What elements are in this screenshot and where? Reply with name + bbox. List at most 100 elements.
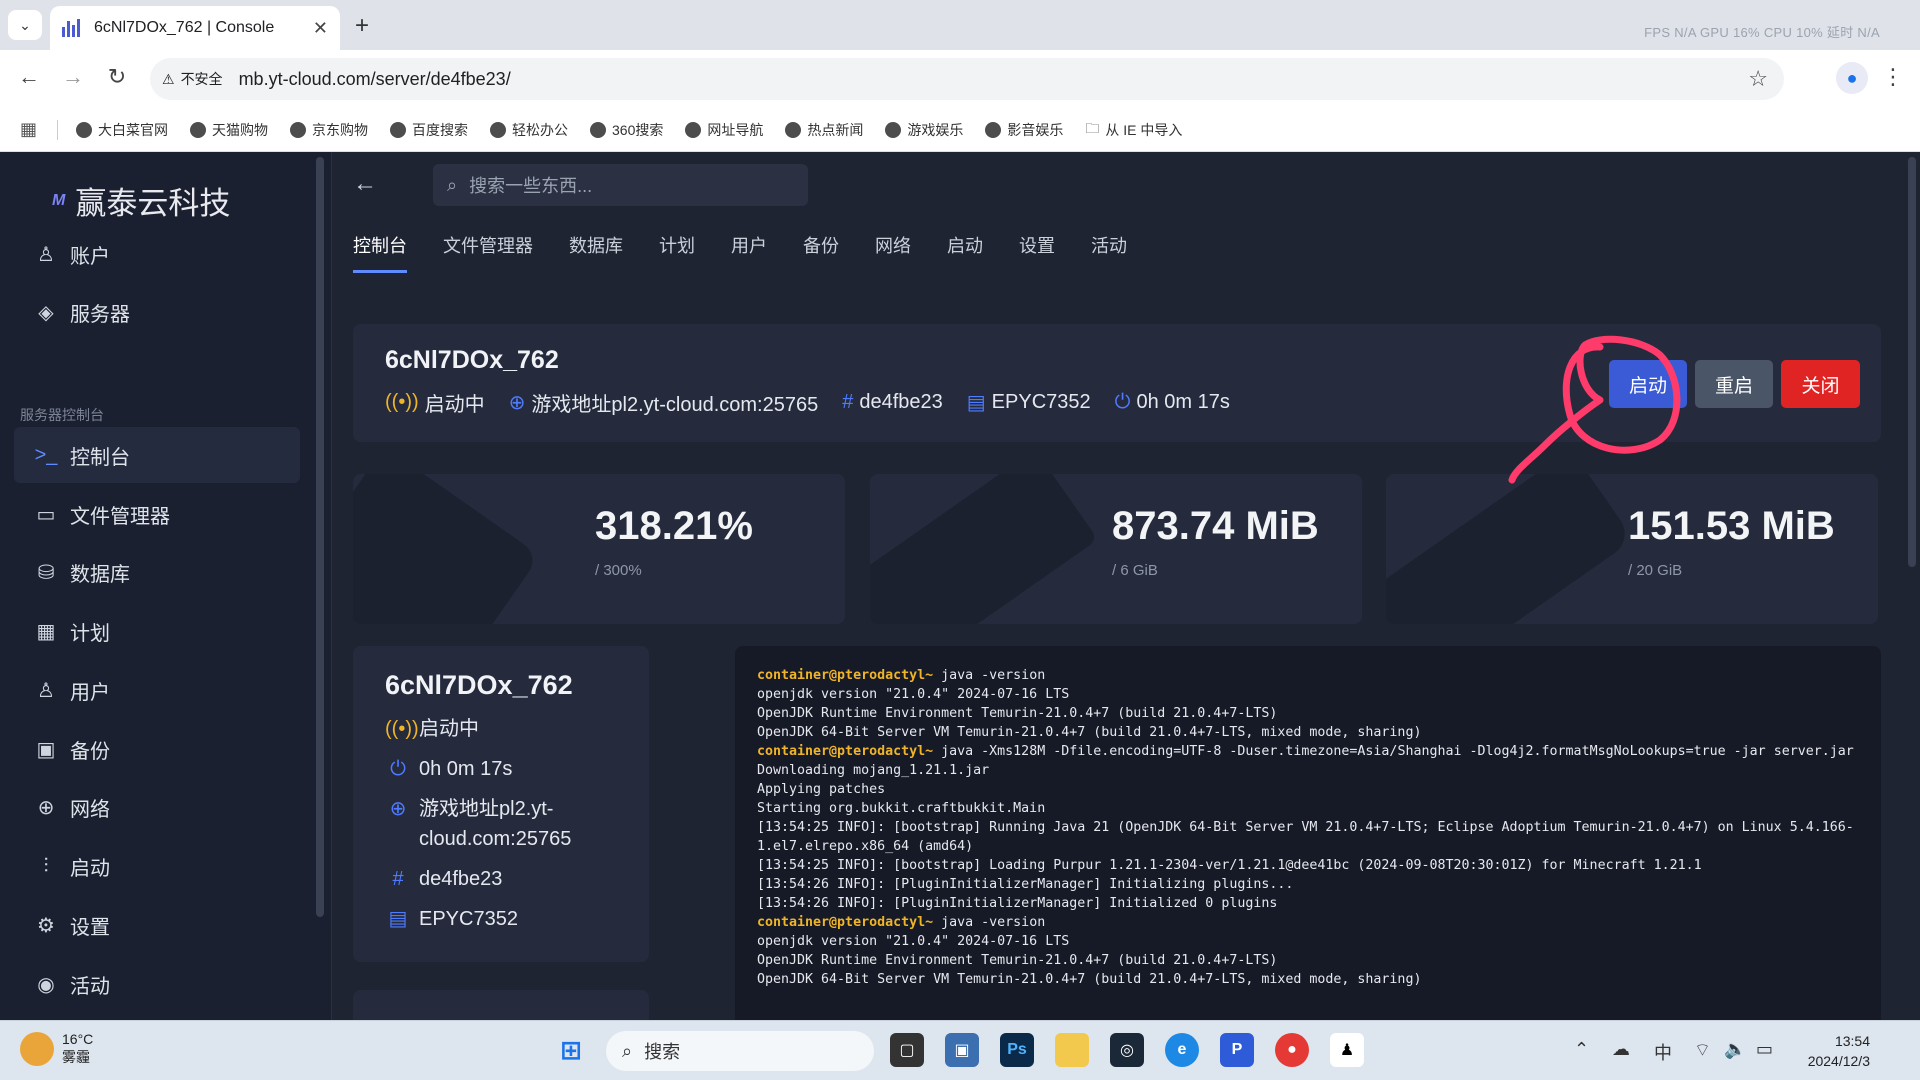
database-icon: ⛁ (37, 561, 55, 584)
bookmark-item[interactable]: 网址导航 (685, 120, 763, 140)
bookmark-folder[interactable]: 🗀 从 IE 中导入 (1085, 118, 1182, 142)
sidebar-item-console[interactable]: >_ 控制台 (14, 427, 300, 483)
task-view-icon[interactable]: ▢ (890, 1033, 924, 1067)
start-button[interactable]: 启动 (1609, 360, 1687, 408)
vpn-shield-icon[interactable]: P (1220, 1033, 1254, 1067)
console-line: [13:54:25 INFO]: [bootstrap] Running Jav… (757, 818, 1859, 856)
tab-startup[interactable]: 启动 (947, 232, 983, 273)
omnibox[interactable]: ⚠ 不安全 mb.yt-cloud.com/server/de4fbe23/ ☆ (150, 58, 1784, 100)
sidebar-item-databases[interactable]: ⛁ 数据库 (14, 544, 300, 600)
disk-value: 151.53 MiB (1628, 504, 1835, 548)
profile-avatar-icon[interactable]: ● (1836, 62, 1868, 94)
bookmark-item[interactable]: 大白菜官网 (76, 120, 168, 140)
bookmark-item[interactable]: 游戏娱乐 (885, 120, 963, 140)
haze-weather-icon (20, 1032, 54, 1066)
windows-start-icon[interactable]: ⊞ (554, 1033, 588, 1067)
console-prompt: container@pterodactyl~ (757, 744, 934, 759)
tab-backups[interactable]: 备份 (803, 232, 839, 273)
bookmark-item[interactable]: 轻松办公 (490, 120, 568, 140)
sidebar: M 赢泰云科技 ♙ 账户 ◈ 服务器 服务器控制台 >_ 控制台 ▭ 文件管理器 ⛁ 数据… (0, 152, 332, 1020)
volume-icon[interactable]: 🔈 (1724, 1039, 1746, 1060)
sidebar-item-users[interactable]: ♙ 用户 (14, 662, 300, 718)
memory-stat-card: 873.74 MiB / 6 GiB (870, 474, 1362, 624)
qq-penguin-icon[interactable]: ♟ (1330, 1033, 1364, 1067)
bookmark-item[interactable]: 百度搜索 (390, 120, 468, 140)
tab-settings[interactable]: 设置 (1019, 232, 1055, 273)
main-scrollbar[interactable] (1908, 157, 1916, 567)
sidebar-item-servers[interactable]: ◈ 服务器 (14, 284, 300, 340)
bookmark-star-icon[interactable]: ☆ (1748, 66, 1768, 92)
close-tab-icon[interactable]: ✕ (313, 18, 328, 39)
hash-icon: # (392, 868, 404, 890)
url-text: mb.yt-cloud.com/server/de4fbe23/ (238, 68, 511, 89)
tray-overflow-icon[interactable]: ⌃ (1574, 1039, 1589, 1060)
battery-icon[interactable]: ▭ (1756, 1039, 1773, 1060)
console-text: Downloading mojang_1.21.1.jar (757, 763, 990, 778)
restart-button[interactable]: 重启 (1695, 360, 1773, 408)
tab-search-button[interactable]: ⌄ (8, 10, 42, 40)
sidebar-item-network[interactable]: ⊕ 网络 (14, 779, 300, 835)
bookmark-item[interactable]: 热点新闻 (785, 120, 863, 140)
stop-button[interactable]: 关闭 (1781, 360, 1860, 408)
taskbar-search[interactable]: ⌕ 搜索 (606, 1031, 874, 1071)
bookmark-item[interactable]: 京东购物 (290, 120, 368, 140)
file-explorer-icon[interactable] (1055, 1033, 1089, 1067)
globe-icon (885, 121, 902, 138)
taskbar-clock[interactable]: 13:54 2024/12/3 (1808, 1031, 1870, 1071)
terminal-icon: >_ (34, 443, 58, 466)
sidebar-item-settings[interactable]: ⚙ 设置 (14, 897, 300, 953)
console-line: container@pterodactyl~ java -Xms128M -Df… (757, 742, 1859, 761)
sidebar-item-backups[interactable]: ▣ 备份 (14, 721, 300, 777)
brand-name: 赢泰云科技 (75, 186, 231, 221)
search-input[interactable]: ⌕ 搜索一些东西... (433, 164, 808, 206)
console-text: openjdk version "21.0.4" 2024-07-16 LTS (757, 687, 1070, 702)
reload-icon[interactable]: ↻ (102, 64, 132, 90)
back-arrow-icon[interactable]: ← (14, 64, 44, 90)
server-info-card: 6cNl7DOx_762 ((•)) 启动中 ⏻ 0h 0m 17s ⊕ 游戏地址pl… (353, 646, 649, 962)
tab-network[interactable]: 网络 (875, 232, 911, 273)
browser-menu-icon[interactable]: ⋮ (1882, 64, 1904, 90)
windows-taskbar: 16°C 雾霾 ⊞ ⌕ 搜索 ▢ ▣ Ps ◎ e P ● ♟ ⌃ ☁ 中 ⌔ 🔈… (0, 1020, 1920, 1080)
steam-icon[interactable]: ◎ (1110, 1033, 1144, 1067)
bookmark-item[interactable]: 360搜索 (590, 120, 663, 140)
remote-desktop-icon[interactable]: ▣ (945, 1033, 979, 1067)
sidebar-item-activity[interactable]: ◉ 活动 (14, 956, 300, 1012)
brand[interactable]: M 赢泰云科技 (52, 178, 230, 223)
wifi-icon[interactable]: ⌔ (1694, 1039, 1711, 1062)
cpu-limit: / 300% (595, 562, 642, 579)
sidebar-item-schedules[interactable]: ▦ 计划 (14, 603, 300, 659)
ime-indicator[interactable]: 中 (1654, 1039, 1672, 1065)
tab-users[interactable]: 用户 (731, 232, 767, 273)
new-tab-button[interactable]: + (355, 12, 369, 40)
chrome-icon[interactable]: ● (1275, 1033, 1309, 1067)
sidebar-section-label: 服务器控制台 (20, 407, 104, 423)
sidebar-item-startup[interactable]: ⫶ 启动 (14, 838, 300, 894)
tab-console[interactable]: 控制台 (353, 232, 407, 273)
apps-grid-icon[interactable]: ▦ (20, 119, 37, 140)
secondary-info-card (353, 990, 649, 1020)
forward-arrow-icon[interactable]: → (58, 64, 88, 90)
sidebar-item-account[interactable]: ♙ 账户 (14, 226, 300, 282)
edge-icon[interactable]: e (1165, 1033, 1199, 1067)
bookmark-item[interactable]: 影音娱乐 (985, 120, 1063, 140)
globe-icon (290, 121, 307, 138)
server-header-card: 6cNl7DOx_762 ((•)) 启动中 ⊕ 游戏地址pl2.yt-cloud.… (353, 324, 1881, 442)
tab-activity[interactable]: 活动 (1091, 232, 1127, 273)
tab-files[interactable]: 文件管理器 (443, 232, 533, 273)
weather-widget[interactable]: 16°C 雾霾 (20, 1031, 93, 1067)
tab-schedules[interactable]: 计划 (659, 232, 695, 273)
sidebar-item-files[interactable]: ▭ 文件管理器 (14, 486, 300, 542)
insecure-indicator[interactable]: ⚠ 不安全 (162, 69, 223, 89)
warning-icon: ⚠ (162, 70, 175, 87)
console-line: Downloading mojang_1.21.1.jar (757, 761, 1859, 780)
back-arrow-icon[interactable]: ← (353, 170, 377, 198)
bookmark-item[interactable]: 天猫购物 (190, 120, 268, 140)
onedrive-icon[interactable]: ☁ (1612, 1039, 1630, 1060)
server-tabs: 控制台 文件管理器 数据库 计划 用户 备份 网络 启动 设置 活动 (353, 232, 1127, 273)
console-output[interactable]: container@pterodactyl~ java -version open… (735, 646, 1881, 1020)
browser-tab[interactable]: 6cNl7DOx_762 | Console ✕ (50, 6, 340, 50)
tab-databases[interactable]: 数据库 (569, 232, 623, 273)
console-text: java -version (933, 915, 1046, 930)
photoshop-icon[interactable]: Ps (1000, 1033, 1034, 1067)
sidebar-scrollbar[interactable] (316, 157, 324, 917)
